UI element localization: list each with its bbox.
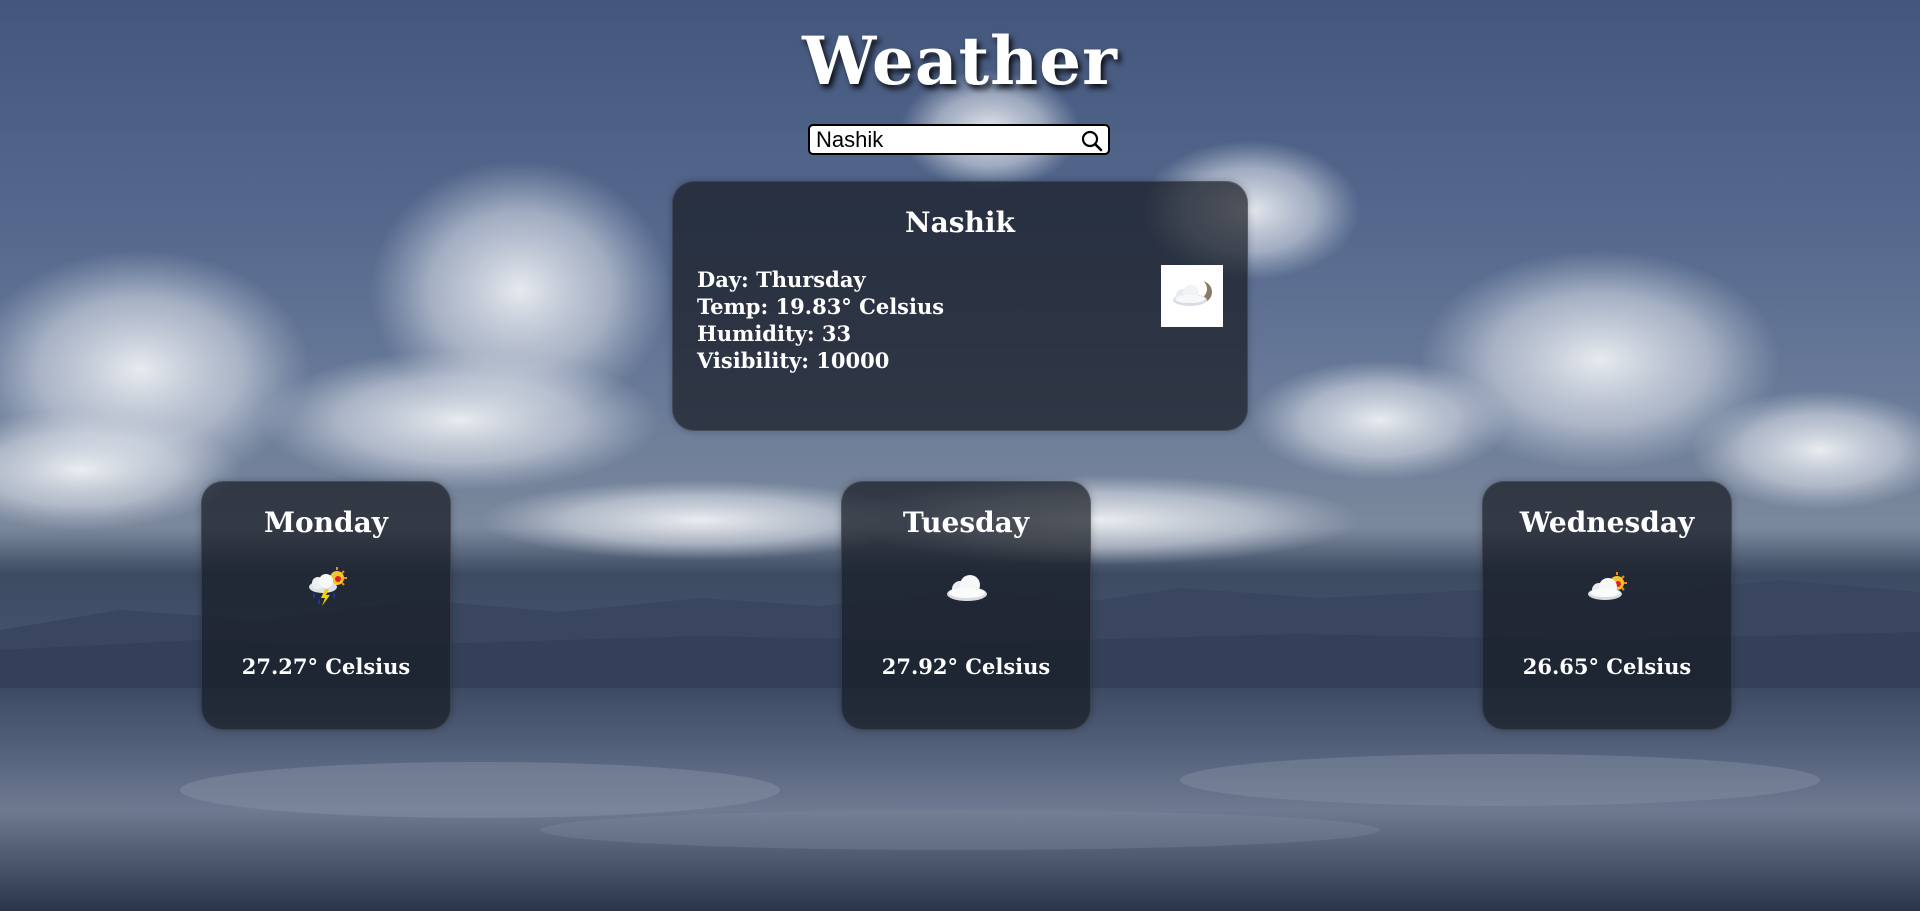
search-bar xyxy=(808,124,1110,155)
current-city: Nashik xyxy=(905,206,1015,239)
forecast-day: Tuesday xyxy=(902,506,1030,539)
current-day: Day: Thursday xyxy=(697,267,866,292)
search-input[interactable] xyxy=(816,128,1076,152)
current-visibility: Visibility: 10000 xyxy=(697,348,890,373)
cloud-sun-icon xyxy=(1582,562,1634,614)
cloud-moon-icon xyxy=(1161,265,1223,327)
forecast-day: Wednesday xyxy=(1519,506,1695,539)
current-temp: Temp: 19.83° Celsius xyxy=(697,294,945,319)
forecast-day: Monday xyxy=(263,506,389,539)
rain-thunder-sun-icon xyxy=(301,562,353,614)
page-title: Weather xyxy=(802,22,1118,100)
current-weather-card: Nashik Day: Thursday Temp: 19.83° Celsiu… xyxy=(672,181,1248,431)
forecast-card-wednesday: Wednesday 26.65° Celsius xyxy=(1482,481,1732,730)
current-humidity: Humidity: 33 xyxy=(697,321,852,346)
forecast-temp: 27.27° Celsius xyxy=(241,654,411,679)
forecast-card-monday: Monday 27.27° Celsius xyxy=(201,481,451,730)
search-icon[interactable] xyxy=(1080,129,1104,153)
cloud-icon xyxy=(941,562,993,614)
forecast-temp: 26.65° Celsius xyxy=(1522,654,1692,679)
current-weather-details: Day: Thursday Temp: 19.83° Celsius Humid… xyxy=(697,266,944,374)
forecast-card-tuesday: Tuesday 27.92° Celsius xyxy=(841,481,1091,730)
forecast-temp: 27.92° Celsius xyxy=(881,654,1051,679)
